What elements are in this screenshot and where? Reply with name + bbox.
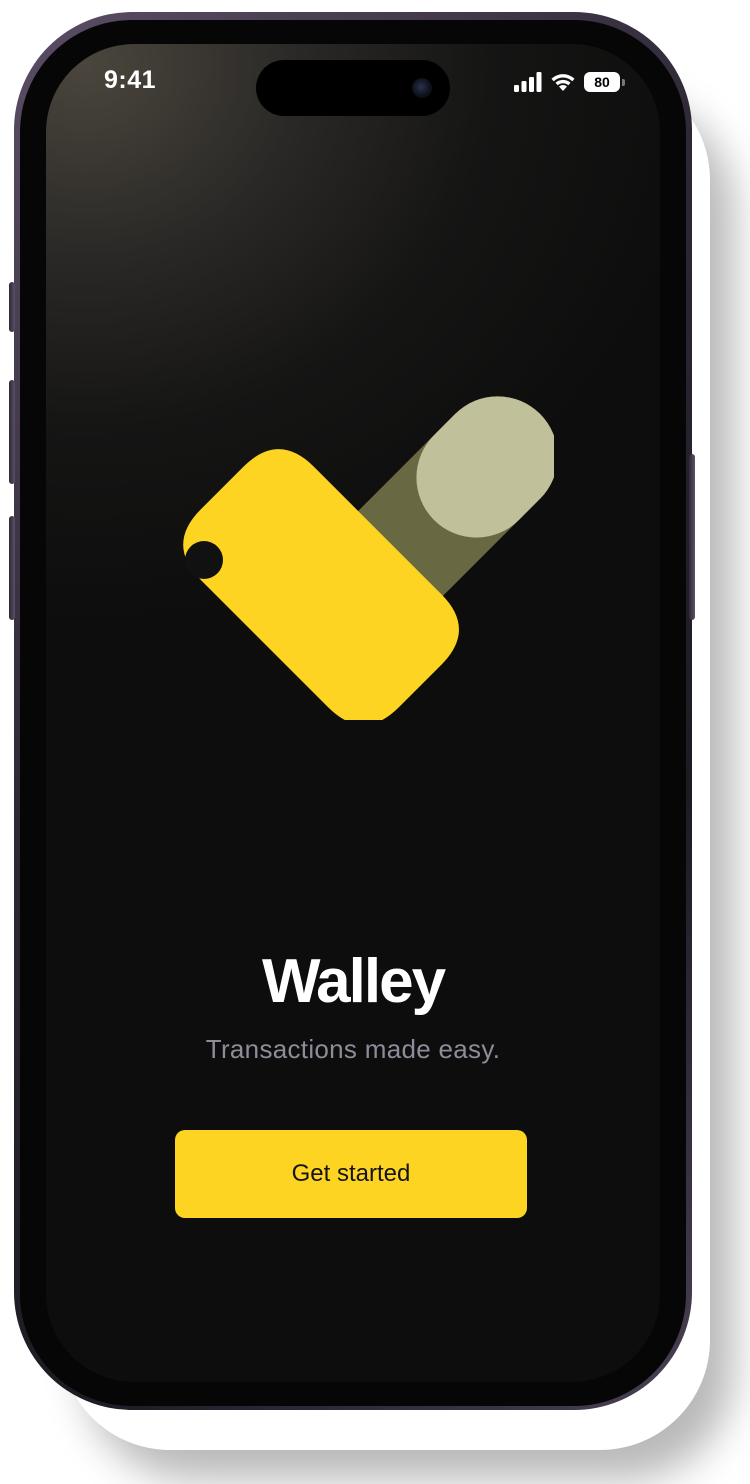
signal-icon	[514, 72, 542, 92]
status-time: 9:41	[104, 66, 157, 94]
wifi-icon	[551, 74, 575, 91]
get-started-button[interactable]: Get started	[175, 1130, 527, 1218]
front-camera-icon	[412, 78, 432, 98]
app-title: Walley	[261, 947, 446, 1016]
volume-up-button	[9, 380, 15, 484]
wallet-heart-logo	[183, 396, 554, 720]
device-mockup: 9:41 80 Walley Transactions made easy. G…	[0, 0, 750, 1484]
logo-hole	[185, 541, 223, 579]
app-screen: 9:41 80 Walley Transactions made easy. G…	[46, 44, 660, 1382]
action-button	[9, 282, 15, 332]
volume-down-button	[9, 516, 15, 620]
dynamic-island	[256, 60, 450, 116]
battery-icon: 80	[584, 72, 625, 92]
app-tagline: Transactions made easy.	[205, 1034, 501, 1064]
status-icons: 80	[514, 70, 625, 94]
power-button	[689, 454, 695, 620]
battery-level: 80	[594, 74, 610, 90]
